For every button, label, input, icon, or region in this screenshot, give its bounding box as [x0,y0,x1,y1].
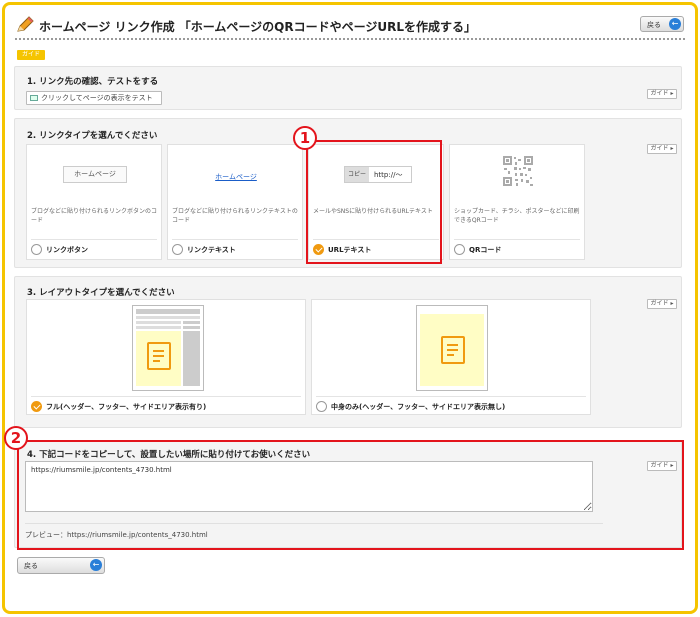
test-page-button[interactable]: クリックしてページの表示をテスト [26,91,162,105]
section-3-title: 3. レイアウトタイプを選んでください [27,288,175,298]
divider [172,239,298,240]
guide-tag: ガイド [17,50,45,60]
layout-card-content[interactable]: 中身のみ(ヘッダー、フッター、サイドエリア表示無し) [311,299,591,415]
radio-link-text[interactable] [172,244,183,255]
annotation-badge-1: 1 [293,126,317,150]
link-type-card-qr[interactable]: ショップカード、チラシ、ポスターなどに印刷できるQRコード QRコード [449,144,585,260]
title-bar: ホームページ リンク作成 「ホームページのQRコードやページURLを作成する」 … [15,14,685,40]
radio-qr-code[interactable] [454,244,465,255]
link-type-label: リンクテキスト [187,246,236,254]
radio-link-button[interactable] [31,244,42,255]
link-type-desc: ブログなどに貼り付けられるリンクボタンのコード [31,208,158,224]
page-title: ホームページ リンク作成 「ホームページのQRコードやページURLを作成する」 [39,20,476,34]
arrow-left-icon: ← [90,559,102,571]
back-label: 戻る [24,562,38,570]
section-1-panel: 1. リンク先の確認、テストをする クリックしてページの表示をテスト ガイド ▸ [14,66,682,110]
guide-button-3[interactable]: ガイド ▸ [647,299,677,309]
divider [31,239,157,240]
section-1-title: 1. リンク先の確認、テストをする [27,77,159,87]
highlight-box-code [17,440,684,550]
guide-button-2[interactable]: ガイド ▸ [647,144,677,154]
section-3-panel: 3. レイアウトタイプを選んでください ガイド ▸ フル(ヘッダー、フッター、サ… [14,276,682,428]
document-icon [441,336,465,364]
layout-content-thumbnail [416,305,488,391]
back-label: 戻る [647,21,661,29]
divider [31,396,301,397]
guide-button-1[interactable]: ガイド ▸ [647,89,677,99]
page-icon [30,95,38,101]
qr-code-icon [502,155,534,187]
link-type-card-button[interactable]: ホームページ ブログなどに貼り付けられるリンクボタンのコード リンクボタン [26,144,162,260]
back-button-bottom[interactable]: 戻る ← [17,557,105,574]
homepage-button-preview: ホームページ [63,166,127,183]
layout-label: フル(ヘッダー、フッター、サイドエリア表示有り) [46,403,207,411]
section-2-title: 2. リンクタイプを選んでください [27,131,158,141]
link-type-desc: ショップカード、チラシ、ポスターなどに印刷できるQRコード [454,208,580,224]
document-icon [147,342,171,370]
link-type-label: QRコード [469,246,502,254]
pencil-icon [17,16,34,32]
divider [316,396,586,397]
layout-label: 中身のみ(ヘッダー、フッター、サイドエリア表示無し) [331,403,506,411]
link-type-card-text[interactable]: ホームページ ブログなどに貼り付けられるリンクテキストのコード リンクテキスト [167,144,303,260]
highlight-box-url-text [306,140,442,264]
back-button-top[interactable]: 戻る ← [640,16,684,32]
link-type-label: リンクボタン [46,246,88,254]
divider [454,239,580,240]
link-type-desc: ブログなどに貼り付けられるリンクテキストのコード [172,208,298,224]
layout-card-full[interactable]: フル(ヘッダー、フッター、サイドエリア表示有り) [26,299,306,415]
arrow-left-icon: ← [669,18,681,30]
radio-layout-content[interactable] [316,401,327,412]
radio-layout-full[interactable] [31,401,42,412]
layout-full-thumbnail [132,305,204,391]
homepage-link-preview: ホームページ [215,173,257,181]
annotation-badge-2: 2 [4,426,28,450]
test-page-label: クリックしてページの表示をテスト [41,94,153,102]
